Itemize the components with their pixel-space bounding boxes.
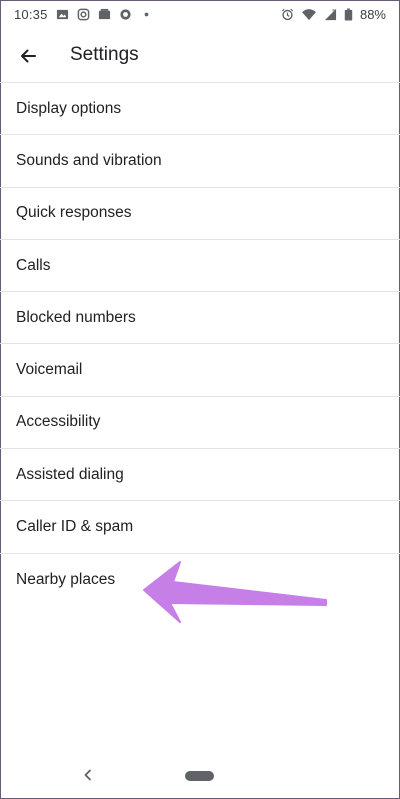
home-pill-icon[interactable] [185,771,214,781]
settings-item-voicemail[interactable]: Voicemail [0,344,400,397]
settings-item-calls[interactable]: Calls [0,240,400,293]
navigation-bar [0,753,400,799]
settings-item-label: Nearby places [16,570,116,588]
settings-item-blocked-numbers[interactable]: Blocked numbers [0,292,400,345]
settings-item-caller-id-spam[interactable]: Caller ID & spam [0,501,400,554]
page-title: Settings [70,44,139,65]
back-button[interactable] [12,40,44,72]
settings-list: Display options Sounds and vibration Qui… [0,83,400,606]
settings-item-label: Assisted dialing [16,465,124,483]
battery-percent: 88% [359,7,386,22]
settings-item-label: Sounds and vibration [16,151,162,169]
settings-item-label: Accessibility [16,413,101,431]
alarm-icon [281,8,293,21]
settings-item-display-options[interactable]: Display options [0,83,400,136]
settings-item-sounds-and-vibration[interactable]: Sounds and vibration [0,135,400,188]
svg-text:R: R [332,9,335,14]
status-left: 10:35 [14,7,153,22]
media-icon [98,8,110,20]
settings-item-assisted-dialing[interactable]: Assisted dialing [0,449,400,502]
dot-icon [144,12,148,17]
settings-item-label: Quick responses [16,204,132,222]
settings-item-label: Caller ID & spam [16,518,134,536]
settings-item-label: Blocked numbers [16,308,136,326]
chevron-left-icon [84,769,91,781]
app-bar: Settings [0,30,400,83]
circle-app-icon [119,9,131,20]
status-right: R 88% [281,7,386,22]
signal-icon: R [324,9,337,21]
battery-icon [344,8,353,21]
settings-item-label: Voicemail [16,361,83,379]
settings-item-label: Calls [16,256,51,274]
wifi-icon [302,9,316,21]
settings-item-quick-responses[interactable]: Quick responses [0,188,400,240]
instagram-icon [77,8,89,21]
status-time: 10:35 [14,7,48,22]
settings-item-label: Display options [16,99,122,117]
status-bar: 10:35 R 88% [0,0,400,30]
arrow-back-icon [21,49,36,63]
settings-item-accessibility[interactable]: Accessibility [0,397,400,450]
nav-back-button[interactable] [78,765,98,785]
arrow-left-annotation [143,561,327,623]
image-icon [56,9,68,20]
